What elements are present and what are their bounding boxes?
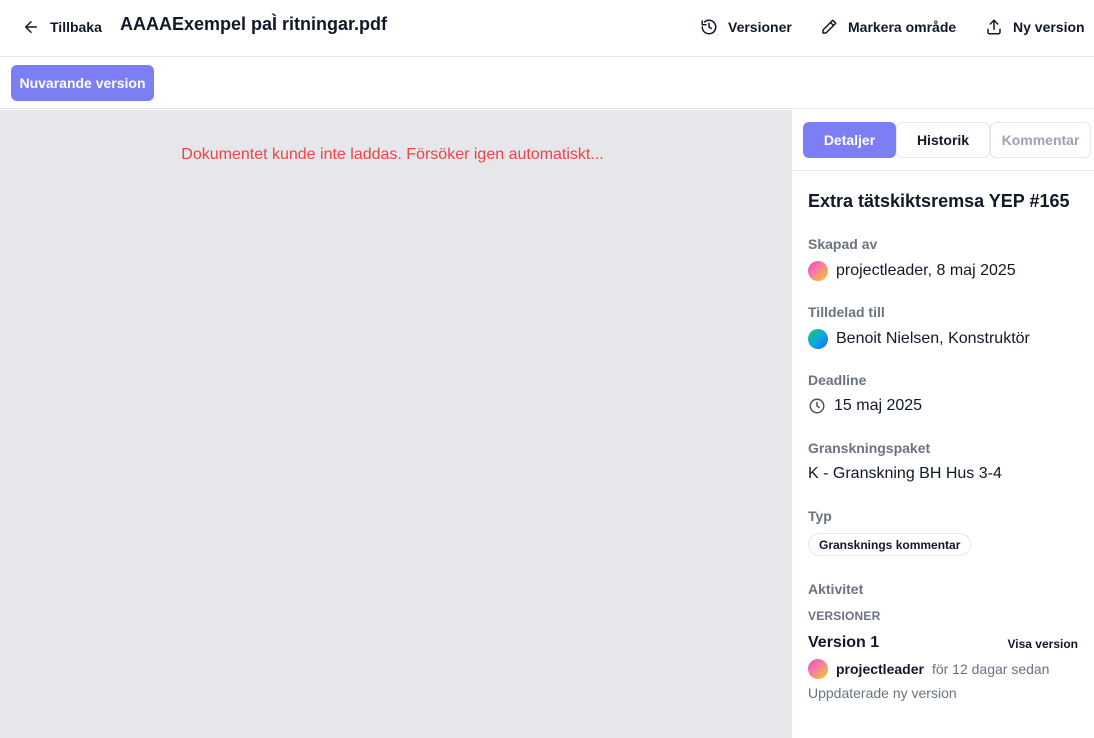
deadline-label: Deadline — [808, 372, 867, 388]
avatar — [808, 329, 828, 349]
version-author-row: projectleader för 12 dagar sedan — [808, 659, 1049, 679]
review-package-label: Granskningspaket — [808, 440, 931, 456]
assigned-to-value: Benoit Nielsen, Konstruktör — [808, 329, 1030, 349]
load-error-message: Dokumentet kunde inte laddas. Försöker i… — [181, 146, 604, 163]
clock-icon — [809, 398, 825, 414]
activity-label: Aktivitet — [808, 581, 864, 597]
avatar — [808, 261, 828, 281]
pencil-icon — [822, 19, 837, 34]
new-version-label: Ny version — [1013, 19, 1085, 35]
arrow-left-icon — [25, 21, 37, 33]
version-name: Version 1 — [808, 634, 880, 651]
versions-label: Versioner — [728, 19, 792, 35]
type-label: Typ — [808, 508, 832, 524]
details-sidebar: Detaljer Historik Kommentar Extra tätski… — [791, 110, 1094, 738]
issue-title: Extra tätskiktsremsa YEP #165 — [808, 191, 1070, 211]
upload-icon — [987, 19, 1001, 35]
mark-area-button[interactable]: Markera område — [820, 15, 956, 39]
created-by-text: projectleader, 8 maj 2025 — [836, 262, 1016, 279]
review-package-value: K - Granskning BH Hus 3-4 — [808, 465, 1002, 483]
version-description: Uppdaterade ny version — [808, 685, 957, 701]
assigned-to-label: Tilldelad till — [808, 304, 885, 320]
document-viewer[interactable]: Dokumentet kunde inte laddas. Försöker i… — [0, 110, 791, 738]
back-label: Tillbaka — [50, 19, 102, 35]
tab-history[interactable]: Historik — [896, 122, 990, 158]
versions-heading: VERSIONER — [808, 609, 881, 623]
back-button[interactable]: Tillbaka — [22, 15, 102, 39]
version-time: för 12 dagar sedan — [931, 661, 1050, 677]
created-by-value: projectleader, 8 maj 2025 — [808, 261, 1016, 281]
deadline-value: 15 maj 2025 — [808, 397, 922, 415]
mark-area-label: Markera område — [848, 19, 957, 35]
tab-details[interactable]: Detaljer — [803, 122, 896, 158]
history-icon — [701, 19, 717, 35]
avatar — [808, 659, 828, 679]
version-toolbar: Nuvarande version — [0, 57, 1094, 109]
document-title: AAAAExempel paÌ ritningar.pdf — [120, 14, 388, 34]
current-version-button[interactable]: Nuvarande version — [11, 65, 154, 101]
review-package-text: K - Granskning BH Hus 3-4 — [808, 465, 1002, 482]
show-version-link[interactable]: Visa version — [1008, 637, 1079, 651]
assigned-to-text: Benoit Nielsen, Konstruktör — [836, 330, 1030, 347]
tab-comment[interactable]: Kommentar — [990, 122, 1091, 158]
type-badge: Gransknings kommentar — [808, 533, 972, 556]
new-version-button[interactable]: Ny version — [985, 15, 1085, 39]
sidebar-tabs: Detaljer Historik Kommentar — [792, 110, 1094, 171]
deadline-text: 15 maj 2025 — [834, 397, 923, 414]
created-by-label: Skapad av — [808, 236, 878, 252]
top-header: Tillbaka AAAAExempel paÌ ritningar.pdf V… — [0, 0, 1094, 57]
version-author: projectleader — [836, 661, 924, 677]
versions-button[interactable]: Versioner — [700, 15, 792, 39]
